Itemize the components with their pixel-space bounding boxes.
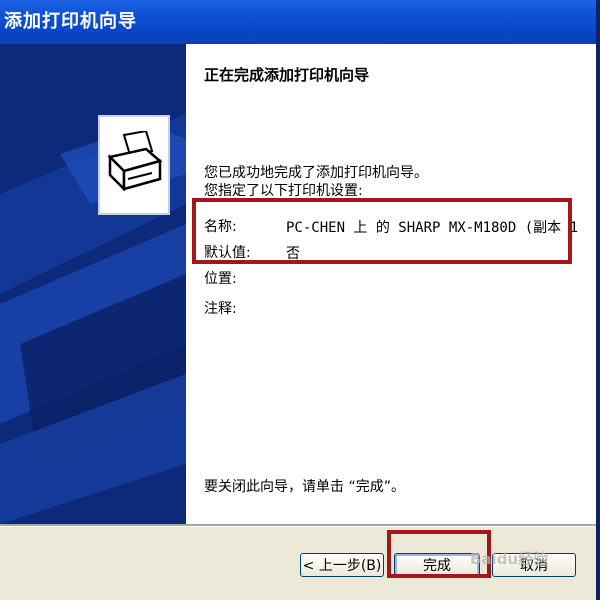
field-label-location: 位置: <box>204 271 237 287</box>
printer-icon <box>98 115 170 215</box>
page-heading: 正在完成添加打印机向导 <box>204 66 370 84</box>
closing-instruction: 要关闭此向导，请单击 “完成”。 <box>204 479 405 495</box>
wizard-window: 添加打印机向导 正在完成添加打印机向导 您已成功地完成了添加打印机向导。 您指定… <box>0 0 600 600</box>
window-title: 添加打印机向导 <box>4 11 137 32</box>
wizard-content: 正在完成添加打印机向导 您已成功地完成了添加打印机向导。 您指定了以下打印机设置… <box>186 44 596 524</box>
watermark: Baidu经验 <box>470 550 549 568</box>
back-button[interactable]: < 上一步(B) <box>300 553 384 577</box>
intro-text-1: 您已成功地完成了添加打印机向导。 <box>204 165 428 181</box>
settings-highlight-box <box>192 198 572 264</box>
title-bar[interactable]: 添加打印机向导 <box>0 0 596 44</box>
field-label-comment: 注释: <box>204 301 237 317</box>
wizard-side-panel <box>0 44 186 524</box>
intro-text-2: 您指定了以下打印机设置: <box>204 183 363 199</box>
